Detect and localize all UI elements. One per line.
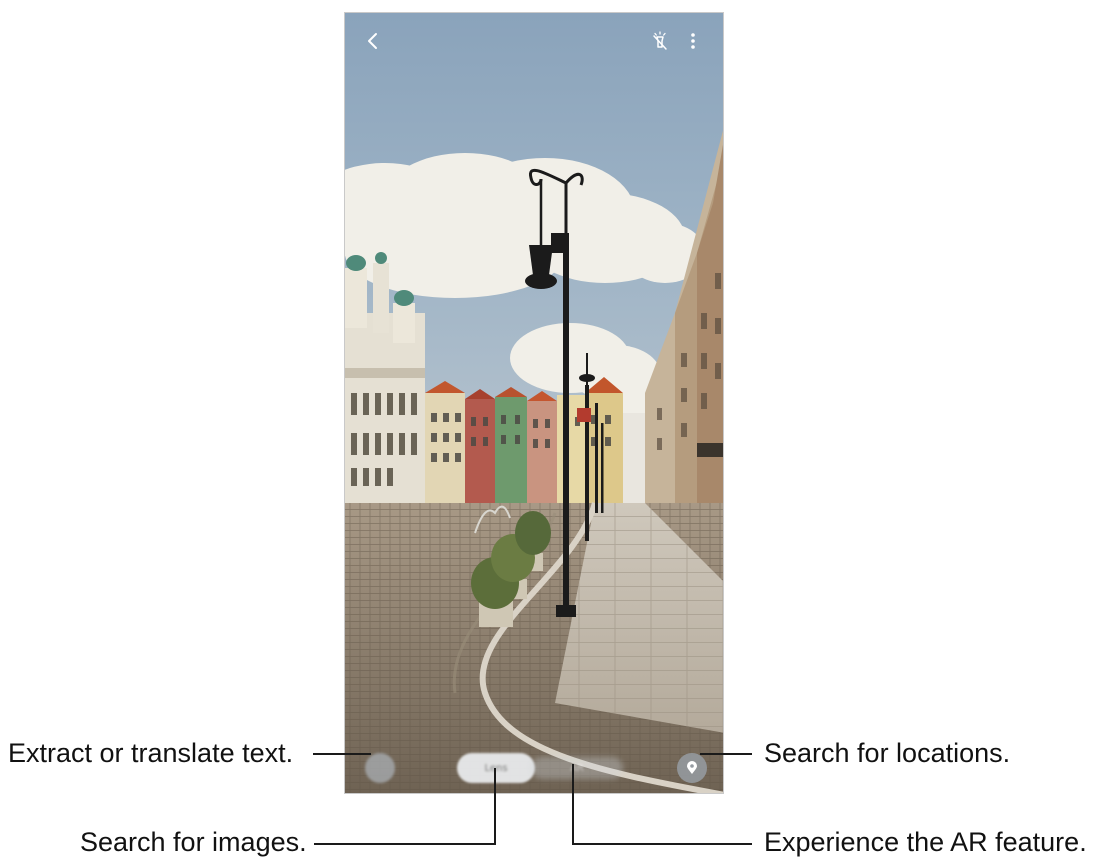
more-options-button[interactable]: [681, 25, 705, 57]
camera-viewfinder: [345, 13, 723, 793]
callout-locations-label: Search for locations.: [764, 738, 1011, 768]
location-mode-button[interactable]: [677, 753, 707, 783]
phone-screen: Lens AR: [344, 12, 724, 794]
top-bar: [345, 13, 723, 69]
flash-toggle-button[interactable]: [645, 25, 675, 57]
mode-bar: Lens AR: [345, 729, 723, 789]
callout-line-images-h: [314, 843, 496, 845]
callout-ar-label: Experience the AR feature.: [764, 827, 1087, 857]
location-pin-icon: [687, 761, 697, 774]
ar-mode-button[interactable]: AR: [541, 753, 613, 783]
callout-line-locations: [700, 753, 752, 755]
row-houses: [425, 377, 645, 503]
callout-line-ar-v: [572, 764, 574, 845]
lens-mode-button[interactable]: Lens: [457, 753, 535, 783]
text-mode-button[interactable]: [365, 753, 395, 783]
back-button[interactable]: [357, 25, 389, 57]
callout-line-images-v: [494, 768, 496, 845]
chevron-left-icon: [368, 33, 377, 49]
callout-line-ar-h: [572, 843, 752, 845]
callout-text-label: Extract or translate text.: [8, 738, 294, 768]
more-vertical-icon: [691, 33, 695, 49]
callout-line-text: [313, 753, 371, 755]
callout-images-label: Search for images.: [80, 827, 307, 857]
flash-off-icon: [653, 31, 667, 50]
